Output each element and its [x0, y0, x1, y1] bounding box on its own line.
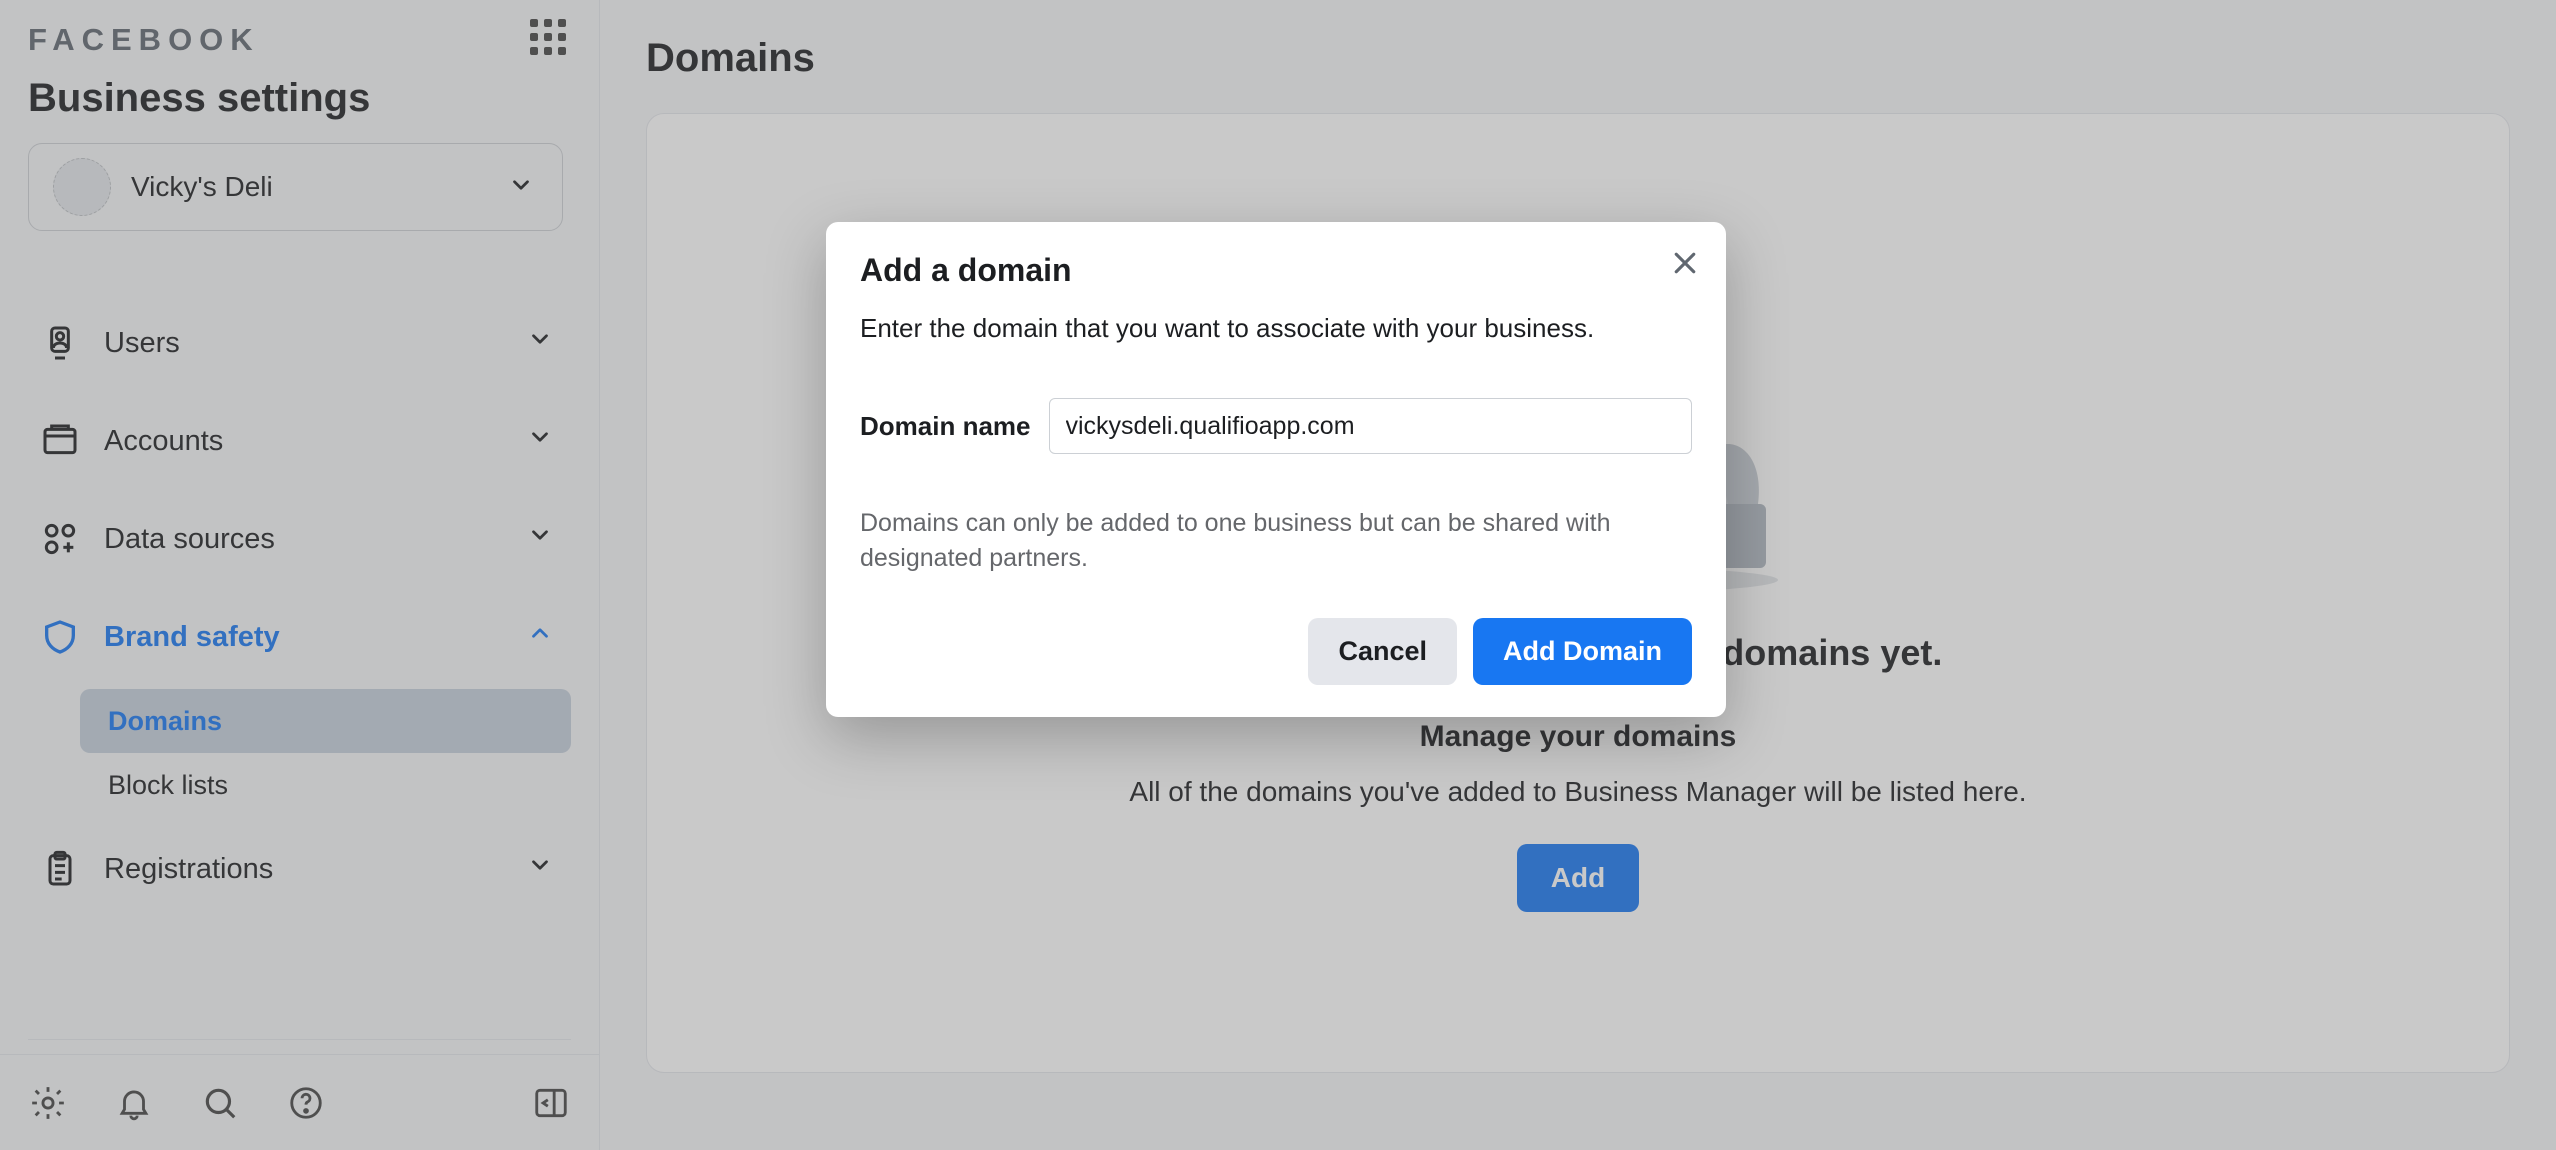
modal-title: Add a domain	[860, 252, 1692, 289]
domain-name-input[interactable]	[1049, 398, 1693, 454]
modal-note: Domains can only be added to one busines…	[860, 506, 1692, 576]
domain-field-label: Domain name	[860, 411, 1031, 442]
add-domain-submit-button[interactable]: Add Domain	[1473, 618, 1692, 685]
modal-actions: Cancel Add Domain	[860, 618, 1692, 685]
modal-description: Enter the domain that you want to associ…	[860, 313, 1692, 344]
close-icon[interactable]	[1668, 246, 1702, 280]
add-domain-modal: Add a domain Enter the domain that you w…	[826, 222, 1726, 717]
cancel-button[interactable]: Cancel	[1308, 618, 1457, 685]
domain-field-row: Domain name	[860, 398, 1692, 454]
